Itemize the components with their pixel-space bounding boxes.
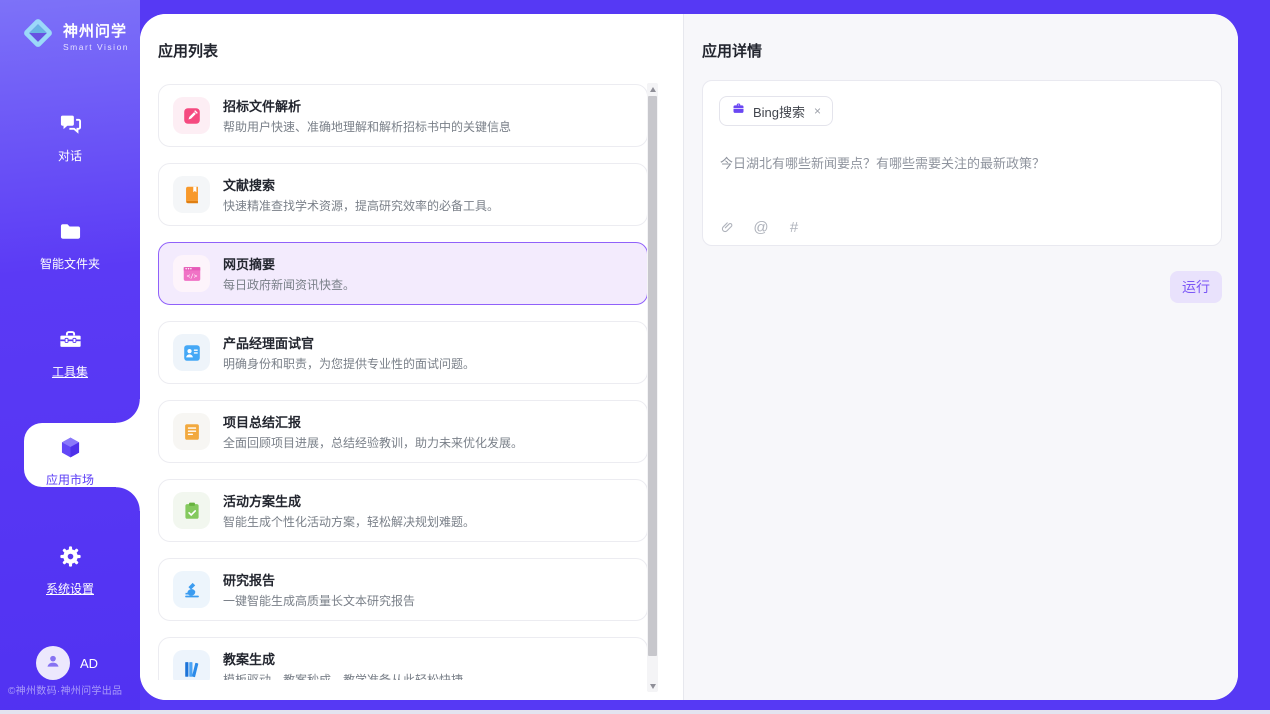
query-text[interactable]: 今日湖北有哪些新闻要点？有哪些需要关注的最新政策？	[720, 153, 1200, 172]
webpage-code-icon: </>	[181, 263, 203, 285]
app-name: 项目总结汇报	[223, 412, 523, 431]
app-icon-tile	[173, 413, 210, 450]
scrollbar-thumb[interactable]	[648, 96, 657, 656]
report-note-icon	[181, 421, 203, 443]
app-detail-panel: 应用详情 Bing搜索 × 今日湖北有哪些新闻要点？有哪些需要关注的最新政策？ …	[683, 14, 1238, 700]
interviewer-icon	[181, 342, 203, 364]
sidebar-item-smart-folder[interactable]: 智能文件夹	[0, 218, 140, 272]
tool-tag-bing-search[interactable]: Bing搜索 ×	[719, 96, 833, 126]
app-desc: 每日政府新闻资讯快查。	[223, 276, 355, 293]
person-icon	[43, 651, 63, 676]
sidebar: 神州问学 Smart Vision 对话 智能文件夹	[0, 0, 140, 714]
app-name: 研究报告	[223, 570, 415, 589]
prompt-card: Bing搜索 × 今日湖北有哪些新闻要点？有哪些需要关注的最新政策？ @ #	[702, 80, 1222, 246]
app-desc: 智能生成个性化活动方案，轻松解决规划难题。	[223, 513, 475, 530]
app-name: 网页摘要	[223, 254, 355, 273]
app-name: 产品经理面试官	[223, 333, 475, 352]
user-initials: AD	[80, 656, 98, 671]
app-list-panel: 应用列表 招标文件解析 帮助用户快速、准确地理解和解析招标书中的关键信息 文献搜…	[140, 14, 683, 700]
app-card-5[interactable]: 项目总结汇报 全面回顾项目进展，总结经验教训，助力未来优化发展。	[158, 400, 648, 463]
chat-icon	[57, 110, 84, 142]
app-card-7[interactable]: 研究报告 一键智能生成高质量长文本研究报告	[158, 558, 648, 621]
microscope-icon	[181, 579, 203, 601]
app-name: 招标文件解析	[223, 96, 511, 115]
logo-subtitle: Smart Vision	[63, 42, 129, 52]
app-desc: 一键智能生成高质量长文本研究报告	[223, 592, 415, 609]
app-logo: 神州问学 Smart Vision	[20, 15, 129, 56]
cube-icon	[57, 434, 84, 466]
avatar	[36, 646, 70, 680]
app-icon-tile	[173, 492, 210, 529]
app-detail-title: 应用详情	[702, 40, 762, 61]
app-icon-tile: </>	[173, 255, 210, 292]
app-list-scrollbar[interactable]	[647, 83, 658, 692]
sidebar-item-label: 工具集	[52, 363, 88, 380]
run-button[interactable]: 运行	[1170, 271, 1222, 303]
app-icon-tile	[173, 334, 210, 371]
sidebar-item-chat[interactable]: 对话	[0, 110, 140, 164]
mention-icon[interactable]: @	[753, 219, 769, 236]
books-icon	[181, 658, 203, 680]
paperclip-icon[interactable]	[720, 220, 736, 235]
gear-icon	[57, 543, 84, 575]
tool-tag-close-icon[interactable]: ×	[814, 104, 821, 118]
window-bottom-edge	[0, 710, 1270, 714]
logo-title: 神州问学	[63, 20, 129, 41]
document-pen-icon	[181, 105, 203, 127]
svg-text:</>: </>	[186, 273, 197, 280]
app-card-6[interactable]: 活动方案生成 智能生成个性化活动方案，轻松解决规划难题。	[158, 479, 648, 542]
app-name: 活动方案生成	[223, 491, 475, 510]
app-desc: 全面回顾项目进展，总结经验教训，助力未来优化发展。	[223, 434, 523, 451]
app-desc: 明确身份和职责，为您提供专业性的面试问题。	[223, 355, 475, 372]
copyright-footer: ©神州数码·神州问学出品	[8, 682, 140, 697]
book-icon	[181, 184, 203, 206]
app-card-3[interactable]: </> 网页摘要 每日政府新闻资讯快查。	[158, 242, 648, 305]
app-icon-tile	[173, 571, 210, 608]
toolbox-icon	[57, 326, 84, 358]
hash-icon[interactable]: #	[786, 219, 802, 236]
app-list: 招标文件解析 帮助用户快速、准确地理解和解析招标书中的关键信息 文献搜索 快速精…	[158, 84, 648, 680]
app-screen: 应用列表 招标文件解析 帮助用户快速、准确地理解和解析招标书中的关键信息 文献搜…	[0, 0, 1270, 714]
sidebar-item-settings[interactable]: 系统设置	[0, 543, 140, 597]
folder-icon	[57, 218, 84, 250]
app-desc: 快速精准查找学术资源，提高研究效率的必备工具。	[223, 197, 499, 214]
app-name: 教案生成	[223, 649, 463, 668]
tool-tag-label: Bing搜索	[753, 102, 805, 121]
sidebar-item-app-market[interactable]: 应用市场	[0, 434, 140, 488]
app-desc: 帮助用户快速、准确地理解和解析招标书中的关键信息	[223, 118, 511, 135]
clipboard-check-icon	[181, 500, 203, 522]
sidebar-item-label: 系统设置	[46, 580, 94, 597]
app-desc: 模板驱动，教案秒成，教学准备从此轻松快捷	[223, 671, 463, 680]
sidebar-item-toolset[interactable]: 工具集	[0, 326, 140, 380]
main-content-frame: 应用列表 招标文件解析 帮助用户快速、准确地理解和解析招标书中的关键信息 文献搜…	[140, 14, 1238, 700]
sidebar-item-label: 智能文件夹	[40, 255, 100, 272]
diamond-logo-icon	[20, 15, 56, 56]
sidebar-item-label: 应用市场	[46, 471, 94, 488]
app-icon-tile	[173, 176, 210, 213]
sidebar-item-label: 对话	[58, 147, 82, 164]
user-profile[interactable]: AD	[36, 646, 98, 680]
app-icon-tile	[173, 650, 210, 680]
briefcase-icon	[731, 101, 746, 121]
app-name: 文献搜索	[223, 175, 499, 194]
app-card-2[interactable]: 文献搜索 快速精准查找学术资源，提高研究效率的必备工具。	[158, 163, 648, 226]
app-card-8[interactable]: 教案生成 模板驱动，教案秒成，教学准备从此轻松快捷	[158, 637, 648, 680]
app-icon-tile	[173, 97, 210, 134]
app-card-4[interactable]: 产品经理面试官 明确身份和职责，为您提供专业性的面试问题。	[158, 321, 648, 384]
attach-toolbar: @ #	[720, 219, 802, 236]
scroll-up-arrow-icon[interactable]	[647, 83, 658, 95]
app-card-1[interactable]: 招标文件解析 帮助用户快速、准确地理解和解析招标书中的关键信息	[158, 84, 648, 147]
scroll-down-arrow-icon[interactable]	[647, 680, 658, 692]
app-list-title: 应用列表	[158, 40, 218, 61]
